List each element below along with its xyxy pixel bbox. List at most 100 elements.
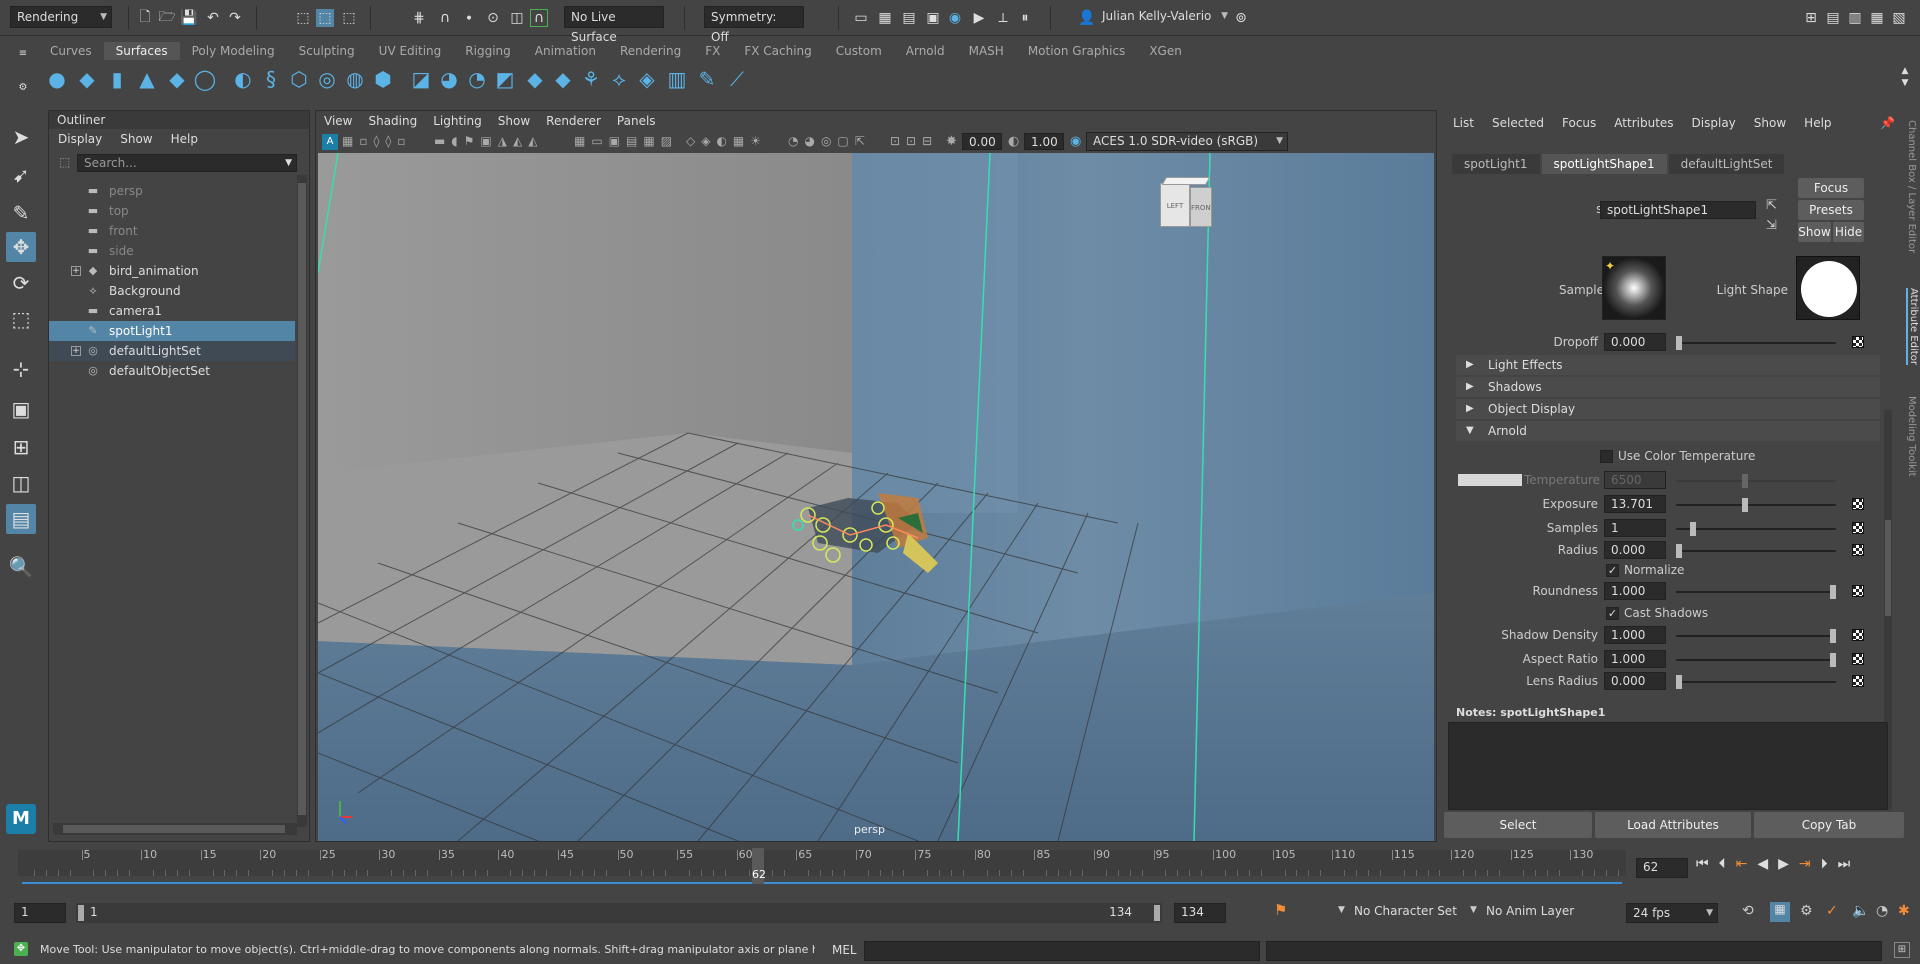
samples-slider[interactable]: [1676, 522, 1836, 536]
camera-tools-icons[interactable]: ▦▫◊◊▫: [342, 134, 411, 148]
live-surface-field[interactable]: No Live Surface: [564, 6, 664, 44]
script-editor-icon[interactable]: ⊞: [1894, 942, 1910, 958]
birail-icon[interactable]: ◍: [342, 66, 368, 92]
viewport-menu-shading[interactable]: Shading: [360, 114, 425, 128]
toggle-channel-box-icon[interactable]: ▦: [1868, 9, 1886, 27]
preferences-icon[interactable]: ✱: [1898, 903, 1910, 919]
hide-button[interactable]: Hide: [1833, 222, 1864, 242]
play-backwards-icon[interactable]: ◀: [1757, 856, 1778, 872]
last-tool-icon[interactable]: ⊹: [6, 354, 36, 384]
shelf-tab-motion-graphics[interactable]: Motion Graphics: [1016, 42, 1138, 60]
render-frame-icon[interactable]: ▦: [876, 9, 894, 27]
select-tool-icon[interactable]: ➤: [6, 122, 36, 152]
dropoff-map-button[interactable]: [1852, 336, 1864, 348]
lasso-tool-icon[interactable]: ➹: [6, 160, 36, 190]
untrim-icon[interactable]: ◩: [492, 66, 518, 92]
snap-curve-icon[interactable]: ∩: [436, 9, 454, 27]
shadow-density-slider[interactable]: [1676, 629, 1836, 643]
presets-button[interactable]: Presets: [1798, 200, 1864, 220]
viewport-menu-renderer[interactable]: Renderer: [538, 114, 609, 128]
workspace-icon[interactable]: ⊞: [1802, 9, 1820, 27]
nurbs-cylinder-icon[interactable]: ▮: [104, 66, 130, 92]
boundary-icon[interactable]: ⬢: [370, 66, 396, 92]
outliner-item-top[interactable]: ▬ top: [49, 201, 295, 221]
ae-menu-help[interactable]: Help: [1795, 116, 1840, 130]
shelf-tab-xgen[interactable]: XGen: [1137, 42, 1194, 60]
lens-radius-slider[interactable]: [1676, 675, 1836, 689]
toggle-modeling-toolkit-icon[interactable]: ▧: [1890, 9, 1908, 27]
character-set-arrow-icon[interactable]: ▼: [1338, 905, 1345, 915]
symmetry-dropdown[interactable]: Symmetry: Off: [704, 6, 804, 44]
select-hierarchy-icon[interactable]: ⬚: [294, 9, 312, 27]
outliner-menu-help[interactable]: Help: [162, 132, 207, 146]
outliner-item-camera1[interactable]: ▬ camera1: [49, 301, 295, 321]
ae-menu-list[interactable]: List: [1444, 116, 1483, 130]
time-slider[interactable]: 5 10 15 20 25 30 35 40 45 50 55 60 65 70 75 80 85 90 95 100…: [0, 844, 1920, 886]
section-shadows[interactable]: ▶ Shadows: [1456, 377, 1880, 397]
anim-prefs-icon[interactable]: ✓: [1826, 903, 1838, 919]
select-object-icon[interactable]: ⬚: [316, 9, 334, 27]
viewport-menu-panels[interactable]: Panels: [609, 114, 664, 128]
go-to-start-icon[interactable]: ⏮: [1696, 856, 1719, 872]
go-to-input-icon[interactable]: ⇱: [1766, 198, 1777, 213]
radius-map-button[interactable]: [1852, 544, 1864, 556]
ae-menu-selected[interactable]: Selected: [1483, 116, 1553, 130]
shelf-tab-animation[interactable]: Animation: [523, 42, 608, 60]
shadow-density-map-button[interactable]: [1852, 629, 1864, 641]
shelf-scroll-down-icon[interactable]: ▼: [1896, 74, 1914, 92]
shelf-tab-poly-modeling[interactable]: Poly Modeling: [180, 42, 287, 60]
cast-shadows-checkbox[interactable]: ✓: [1606, 607, 1619, 620]
section-object-display[interactable]: ▶ Object Display: [1456, 399, 1880, 419]
nurbs-torus-icon[interactable]: ◯: [192, 66, 218, 92]
playback-speed-icon[interactable]: ⚙: [1800, 903, 1813, 919]
copy-tab-button[interactable]: Copy Tab: [1754, 812, 1904, 838]
sculpt-geometry-icon[interactable]: ✎: [694, 66, 720, 92]
aspect-ratio-field[interactable]: 1.000: [1604, 650, 1666, 668]
view-cube[interactable]: LEFT FRONT: [1156, 177, 1214, 235]
sound-icon[interactable]: 🔈: [1852, 903, 1869, 919]
redo-icon[interactable]: ↷: [226, 9, 244, 27]
expand-icon[interactable]: +: [71, 346, 81, 356]
shelf-tab-surfaces[interactable]: Surfaces: [103, 42, 180, 60]
nurbs-cube-icon[interactable]: ◆: [74, 66, 100, 92]
ae-tab-spotlight1[interactable]: spotLight1: [1452, 154, 1540, 174]
viewport-menu-lighting[interactable]: Lighting: [425, 114, 490, 128]
radius-slider[interactable]: [1676, 544, 1836, 558]
snap-grid-icon[interactable]: ⋕: [410, 9, 428, 27]
snap-surface-icon[interactable]: ◫: [508, 9, 526, 27]
shelf-tab-custom[interactable]: Custom: [824, 42, 894, 60]
surface-editing-icon[interactable]: ⟋: [724, 66, 750, 92]
range-bar[interactable]: 1 134: [76, 903, 1162, 923]
trim-tool-icon[interactable]: ◔: [464, 66, 490, 92]
snap-point-icon[interactable]: ∙: [460, 9, 478, 27]
load-attributes-button[interactable]: Load Attributes: [1595, 812, 1751, 838]
outliner-item-defaultlightset[interactable]: + ◎ defaultLightSet: [49, 341, 295, 361]
four-view-icon[interactable]: ⊞: [6, 432, 36, 462]
ae-tab-defaultlightset[interactable]: defaultLightSet: [1668, 154, 1785, 174]
rotate-tool-icon[interactable]: ⟳: [6, 268, 36, 298]
camera-attribute-icons[interactable]: ▬◖⚑▣◮◭◭: [434, 134, 543, 148]
use-color-temperature-checkbox[interactable]: [1600, 450, 1613, 463]
grid-toggle-icons[interactable]: ▦▭▣▤▦▨: [574, 134, 678, 148]
align-icon[interactable]: ⚘: [578, 66, 604, 92]
shelf-tab-sculpting[interactable]: Sculpting: [287, 42, 367, 60]
ipr-render-icon[interactable]: ▤: [900, 9, 918, 27]
hypershade-icon[interactable]: ◉: [946, 9, 964, 27]
ae-menu-attributes[interactable]: Attributes: [1605, 116, 1682, 130]
aspect-ratio-map-button[interactable]: [1852, 653, 1864, 665]
shelf-tab-mash[interactable]: MASH: [957, 42, 1016, 60]
anim-layer-arrow-icon[interactable]: ▼: [1470, 905, 1477, 915]
shelf-tab-fx-caching[interactable]: FX Caching: [732, 42, 823, 60]
go-to-output-icon[interactable]: ⇲: [1766, 218, 1777, 233]
lens-radius-map-button[interactable]: [1852, 675, 1864, 687]
dropoff-slider[interactable]: [1676, 336, 1836, 350]
ae-menu-focus[interactable]: Focus: [1553, 116, 1605, 130]
exposure-map-button[interactable]: [1852, 498, 1864, 510]
cache-playback-icon[interactable]: ▦: [1770, 902, 1790, 922]
shelf-menu-icon[interactable]: ≡: [14, 44, 32, 62]
loop-icon[interactable]: ⟲: [1742, 903, 1754, 919]
outliner-item-front[interactable]: ▬ front: [49, 221, 295, 241]
single-perspective-icon[interactable]: ▣: [6, 394, 36, 424]
isolate-icons[interactable]: ⊡⊡⊟: [890, 134, 938, 148]
section-light-effects[interactable]: ▶ Light Effects: [1456, 355, 1880, 375]
